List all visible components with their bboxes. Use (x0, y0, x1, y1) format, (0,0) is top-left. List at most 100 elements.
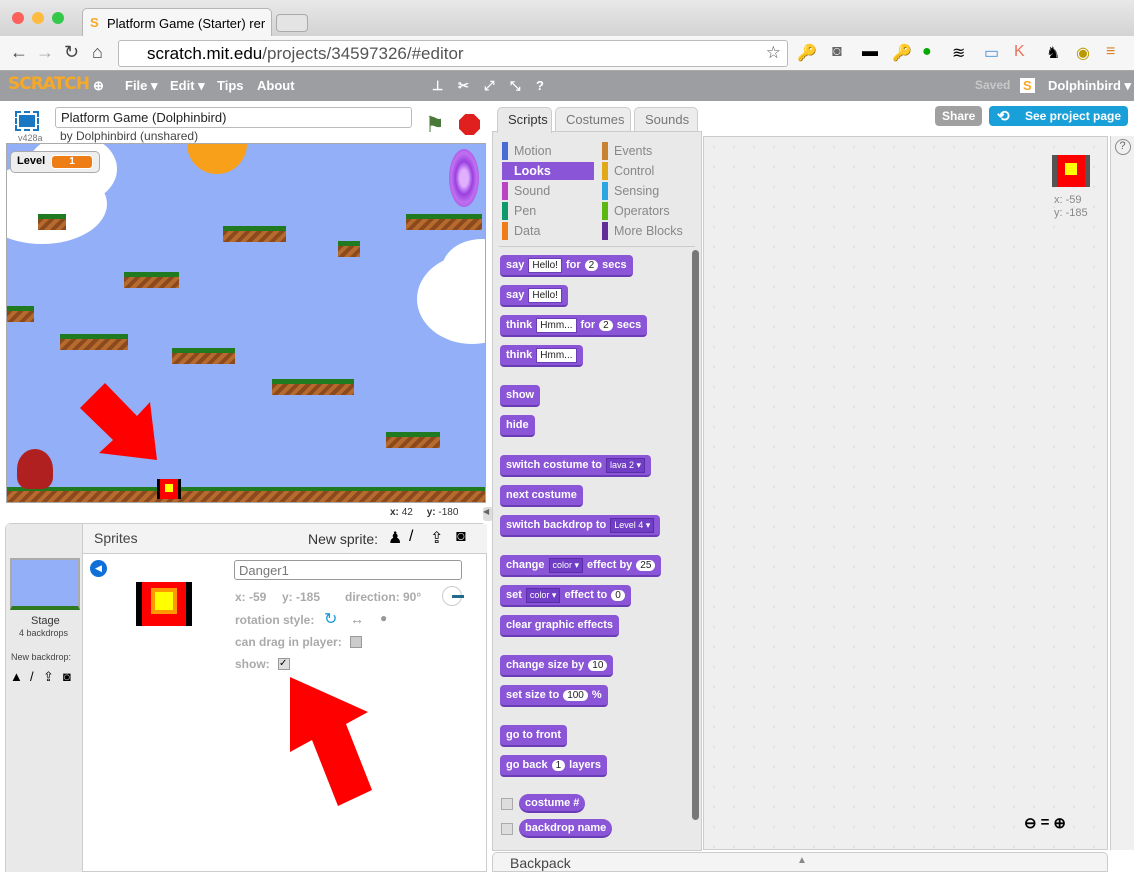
dont-rotate-icon[interactable]: ● (380, 611, 387, 625)
upload-backdrop-icon[interactable]: ⇪ (43, 669, 54, 685)
block-dropdown[interactable]: lava 2 ▾ (605, 457, 646, 473)
block-number-input[interactable]: 100 (563, 689, 588, 701)
back-icon[interactable]: ← (10, 42, 28, 63)
block-say-for-secs[interactable]: say Hello! for 2 secs (500, 255, 633, 277)
scripts-area[interactable]: x: -59 y: -185 ⊖ = ⊕ (703, 136, 1108, 850)
block-say[interactable]: say Hello! (500, 285, 568, 307)
screen-capture-icon[interactable]: ▭ (984, 43, 999, 63)
extension-key-icon[interactable]: 🔑 (797, 43, 817, 63)
back-to-sprite-list-icon[interactable]: ◀ (90, 560, 107, 577)
block-go-back-layers[interactable]: go back 1 layers (500, 755, 607, 777)
close-window-button[interactable] (12, 12, 24, 24)
direction-dial[interactable] (442, 586, 464, 606)
forward-icon[interactable]: → (36, 42, 54, 63)
block-clear-graphic-effects[interactable]: clear graphic effects (500, 615, 619, 637)
scratch-logo[interactable]: SCRATCH (8, 74, 90, 94)
duplicate-stamp-icon[interactable]: ⊥ (432, 78, 443, 94)
monitor-checkbox[interactable] (501, 823, 513, 835)
block-number-input[interactable]: 10 (588, 659, 608, 671)
category-motion[interactable]: Motion (502, 142, 594, 160)
category-sensing[interactable]: Sensing (602, 182, 694, 200)
block-text-input[interactable]: Hello! (528, 257, 562, 273)
palette-scrollbar[interactable] (692, 250, 699, 820)
grow-icon[interactable]: ⤢ (484, 78, 494, 94)
block-text-input[interactable]: Hmm... (536, 347, 577, 363)
maximize-window-button[interactable] (52, 12, 64, 24)
expand-triangle-icon[interactable]: ▲ (797, 855, 807, 866)
block-costume[interactable]: costume # (519, 794, 586, 813)
klout-icon[interactable]: K (1014, 43, 1025, 61)
backpack-bar[interactable]: Backpack ▲ (492, 852, 1108, 872)
presentation-mode-icon[interactable] (15, 111, 39, 131)
buffer-icon[interactable]: ≋ (952, 43, 965, 63)
backdrop-library-icon[interactable]: ▲ (10, 669, 23, 684)
left-right-icon[interactable]: ↔ (350, 611, 364, 627)
category-pen[interactable]: Pen (502, 202, 594, 220)
see-project-page-button[interactable]: ⟲ See project page (989, 106, 1129, 126)
file-menu[interactable]: File ▾ (125, 78, 158, 94)
green-flag-icon[interactable]: ⚑ (425, 112, 445, 138)
block-backdrop-name[interactable]: backdrop name (519, 819, 613, 838)
stage-thumbnail[interactable] (10, 558, 80, 610)
block-set-effect-to[interactable]: set color ▾ effect to 0 (500, 585, 631, 607)
extension-key2-icon[interactable]: 🔑 (892, 43, 912, 63)
sprite-name-input[interactable]: Danger1 (234, 560, 462, 580)
eye-extension-icon[interactable]: ◉ (1076, 43, 1090, 63)
project-title-input[interactable]: Platform Game (Dolphinbird) (55, 107, 412, 128)
share-button[interactable]: Share (935, 106, 983, 126)
show-checkbox[interactable]: ✓ (278, 658, 290, 670)
rotate-all-around-icon[interactable]: ↻ (324, 609, 337, 629)
new-tab-button[interactable] (276, 14, 308, 32)
block-think[interactable]: think Hmm... (500, 345, 583, 367)
category-events[interactable]: Events (602, 142, 694, 160)
upload-icon[interactable]: ⇪ (430, 528, 443, 548)
block-number-input[interactable]: 1 (551, 759, 566, 771)
player-sprite[interactable] (17, 449, 53, 489)
block-think-for-secs[interactable]: think Hmm... for 2 secs (500, 315, 648, 337)
sprite-library-icon[interactable]: ♟ (388, 528, 402, 548)
block-number-input[interactable]: 0 (611, 589, 625, 601)
level-monitor[interactable]: Level 1 (10, 151, 100, 173)
paint-backdrop-icon[interactable]: / (30, 669, 34, 684)
help-icon[interactable]: ? (1114, 139, 1131, 155)
reload-icon[interactable]: ↻ (64, 42, 79, 63)
danger-sprite[interactable] (157, 479, 181, 499)
stop-sign-icon[interactable] (459, 114, 480, 135)
ninja-icon[interactable]: ♞ (1046, 43, 1060, 63)
tips-menu[interactable]: Tips (217, 78, 244, 93)
block-go-to-front[interactable]: go to front (500, 725, 567, 747)
block-text-input[interactable]: Hmm... (536, 317, 577, 333)
block-dropdown[interactable]: Level 4 ▾ (610, 517, 655, 533)
home-icon[interactable]: ⌂ (92, 42, 103, 63)
camera-icon[interactable]: ◙ (456, 528, 466, 546)
category-data[interactable]: Data (502, 222, 594, 240)
block-switch-costume-to[interactable]: switch costume to lava 2 ▾ (500, 455, 652, 477)
pocket-icon[interactable]: ◙ (832, 43, 842, 61)
category-sound[interactable]: Sound (502, 182, 594, 200)
minimize-window-button[interactable] (32, 12, 44, 24)
camera-backdrop-icon[interactable]: ◙ (63, 669, 71, 684)
zoom-reset-icon[interactable]: = (1041, 814, 1050, 832)
block-dropdown[interactable]: color ▾ (548, 557, 584, 573)
my-stuff-icon[interactable]: S (1020, 78, 1035, 93)
edit-menu[interactable]: Edit ▾ (170, 78, 205, 94)
block-switch-backdrop-to[interactable]: switch backdrop to Level 4 ▾ (500, 515, 661, 537)
help-icon[interactable]: ? (536, 78, 544, 93)
block-text-input[interactable]: Hello! (528, 287, 562, 303)
block-number-input[interactable]: 2 (599, 319, 613, 331)
user-menu[interactable]: Dolphinbird ▾ (1048, 78, 1131, 94)
tab-costumes[interactable]: Costumes (555, 107, 631, 132)
mask-extension-icon[interactable]: ▬ (862, 43, 878, 61)
tab-sounds[interactable]: Sounds (634, 107, 698, 132)
address-bar[interactable]: scratch.mit.edu/projects/34597326/#edito… (118, 40, 788, 67)
about-menu[interactable]: About (257, 78, 295, 93)
browser-tab[interactable]: S Platform Game (Starter) rer (82, 8, 272, 36)
block-next-costume[interactable]: next costume (500, 485, 583, 507)
block-change-size-by[interactable]: change size by 10 (500, 655, 614, 677)
can-drag-checkbox[interactable] (350, 636, 362, 648)
zoom-in-icon[interactable]: ⊕ (1053, 814, 1066, 832)
zoom-out-icon[interactable]: ⊖ (1024, 814, 1037, 832)
block-number-input[interactable]: 2 (584, 259, 599, 271)
block-number-input[interactable]: 25 (636, 559, 656, 571)
category-operators[interactable]: Operators (602, 202, 694, 220)
